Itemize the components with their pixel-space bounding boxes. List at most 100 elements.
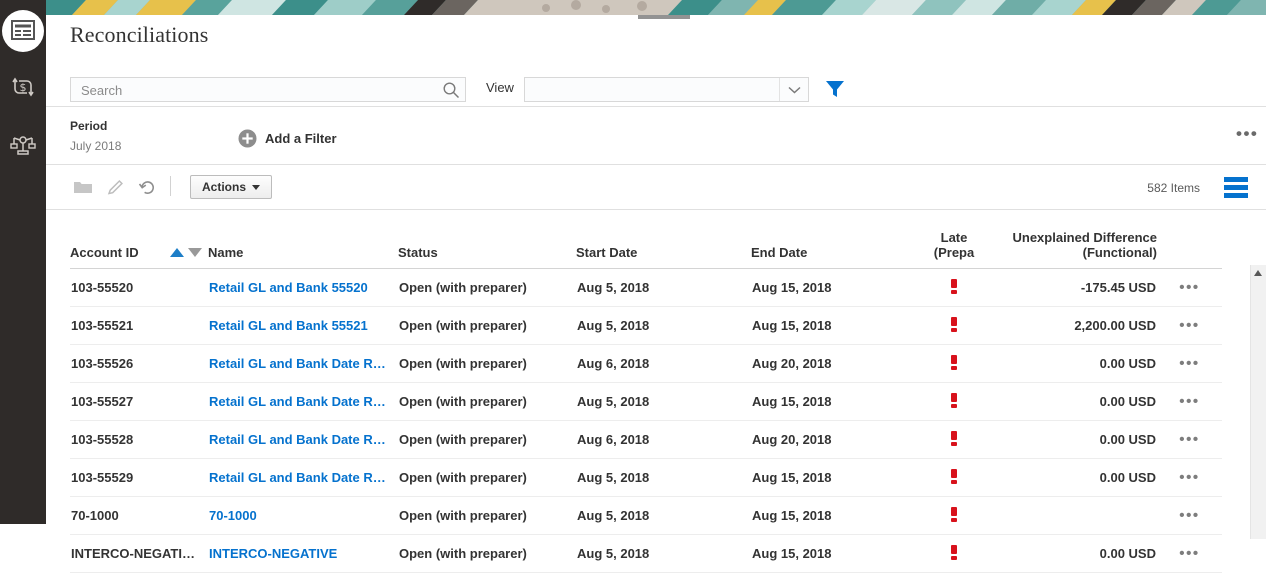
column-header-status[interactable]: Status [398,210,576,269]
reconciliation-link[interactable]: 70-1000 [209,508,389,523]
table-row[interactable]: 103-55521Retail GL and Bank 55521Open (w… [70,307,1222,345]
actions-button[interactable]: Actions [190,175,272,199]
cell-row-menu: ••• [1157,269,1222,307]
reconciliation-link[interactable]: Retail GL and Bank Date Range 55528 [209,432,389,447]
reconciliation-link[interactable]: Retail GL and Bank Date Range 55527 [209,394,389,409]
table-row[interactable]: 103-55526 Retail GL and Bank Date Range 5… [70,345,1222,383]
cell-unexplained-difference: 2,200.00 USD [982,307,1157,345]
search-box[interactable] [70,77,466,102]
late-warning-icon [951,507,957,521]
vertical-scrollbar[interactable] [1250,265,1266,539]
reconciliation-link[interactable]: Retail GL and Bank Date Range 55526 [209,356,389,371]
rail-item-balance-scale[interactable] [0,123,46,169]
rail-item-currency-exchange[interactable]: $ [0,65,46,111]
column-header-name[interactable]: Name [208,210,398,269]
cell-late [926,459,982,497]
account-id-text: 103-55527 [71,394,199,409]
search-input[interactable] [79,78,443,103]
table-row[interactable]: 103-55529Retail GL and Bank Date Range 5… [70,459,1222,497]
period-filter-value[interactable]: July 2018 [70,139,121,153]
cell-row-menu: ••• [1157,345,1222,383]
folder-icon[interactable] [72,176,94,198]
cell-status: Open (with preparer) [398,383,576,421]
filter-overflow-menu[interactable]: ••• [1236,129,1258,139]
decorative-banner [46,0,1266,15]
row-overflow-menu[interactable]: ••• [1179,393,1200,410]
account-id-text: 103-55526 [71,356,199,371]
table-row[interactable]: 103-55520Retail GL and Bank 55520Open (w… [70,269,1222,307]
table-row[interactable]: 70-100070-1000Open (with preparer)Aug 5,… [70,497,1222,535]
late-warning-icon [951,355,957,369]
row-overflow-menu[interactable]: ••• [1179,355,1200,372]
sort-ascending-icon[interactable] [170,248,184,257]
list-view-icon[interactable] [1224,177,1248,197]
cell-start-date: Aug 5, 2018 [576,497,751,535]
column-header-account-id[interactable]: Account ID [70,210,208,269]
sort-descending-icon[interactable] [188,248,202,257]
cell-status: Open (with preparer) [398,535,576,573]
table-row[interactable]: 103-55528Retail GL and Bank Date Range 5… [70,421,1222,459]
reconciliation-link[interactable]: INTERCO-NEGATIVE [209,546,389,561]
search-icon[interactable] [442,81,460,99]
cell-end-date: Aug 15, 2018 [751,535,926,573]
account-id-text: 103-55520 [71,280,199,295]
cell-end-date: Aug 20, 2018 [751,345,926,383]
row-overflow-menu[interactable]: ••• [1179,317,1200,334]
rail-item-reconciliations[interactable] [0,8,46,54]
scroll-up-arrow-icon[interactable] [1254,270,1262,276]
reconciliation-link[interactable]: Retail GL and Bank 55521 [209,318,389,333]
cell-row-menu: ••• [1157,383,1222,421]
app-navigation-rail: $ [0,0,46,524]
divider [46,106,1266,107]
plus-circle-icon [238,129,257,148]
column-header-late-line1: Late [931,230,977,245]
column-header-unexplained-difference[interactable]: Unexplained Difference (Functional) [982,210,1157,269]
cell-end-date: Aug 15, 2018 [751,497,926,535]
cell-start-date: Aug 5, 2018 [576,269,751,307]
cell-name: Retail GL and Bank Date Range 55527 [208,383,398,421]
table-row[interactable]: 103-55527 Retail GL and Bank Date Range 5… [70,383,1222,421]
row-overflow-menu[interactable]: ••• [1179,469,1200,486]
sort-arrows[interactable] [170,248,202,257]
reconciliation-link[interactable]: Retail GL and Bank 55520 [209,280,389,295]
cell-unexplained-difference: 0.00 USD [982,459,1157,497]
table-toolbar: Actions 582 Items [46,165,1266,210]
row-overflow-menu[interactable]: ••• [1179,545,1200,562]
view-select[interactable] [524,77,809,102]
row-overflow-menu[interactable]: ••• [1179,431,1200,448]
cell-start-date: Aug 6, 2018 [576,421,751,459]
pencil-icon[interactable] [104,176,126,198]
cell-end-date: Aug 15, 2018 [751,383,926,421]
column-header-diff-line1: Unexplained Difference [982,230,1157,245]
cell-end-date: Aug 15, 2018 [751,269,926,307]
panel-drag-handle[interactable] [638,15,690,19]
reconciliations-table: Account ID Name Status Start Date End Da… [70,210,1222,573]
add-filter-label: Add a Filter [265,131,337,146]
table-body: 103-55520 Retail GL and Bank 55520 Open (w… [70,269,1222,573]
add-filter-button[interactable]: Add a Filter [238,129,337,148]
late-warning-icon [951,279,957,293]
reset-icon[interactable] [136,176,158,198]
column-header-start-date[interactable]: Start Date [576,210,751,269]
cell-late [926,307,982,345]
reconciliations-icon [11,20,35,43]
filter-icon[interactable] [824,78,846,100]
column-header-late-line2: (Prepa [931,245,977,260]
chevron-down-icon[interactable] [779,78,808,101]
row-overflow-menu[interactable]: ••• [1179,279,1200,296]
search-and-view-row: View [46,59,1266,107]
cell-account-id: 103-55529 [70,459,208,497]
table-row[interactable]: INTERCO-NEGATIVEINTERCO-NEGATIVEOpen (wi… [70,535,1222,573]
svg-text:$: $ [20,81,27,94]
late-warning-icon [951,393,957,407]
account-id-text: 70-1000 [71,508,199,523]
row-overflow-menu[interactable]: ••• [1179,507,1200,524]
cell-name: INTERCO-NEGATIVE [208,535,398,573]
column-header-end-date[interactable]: End Date [751,210,926,269]
cell-status: Open (with preparer) [398,345,576,383]
reconciliation-link[interactable]: Retail GL and Bank Date Range 55529 [209,470,389,485]
column-header-late[interactable]: Late (Prepa [926,210,982,269]
page-title: Reconciliations [70,22,208,48]
cell-late [926,421,982,459]
cell-unexplained-difference: 0.00 USD [982,535,1157,573]
